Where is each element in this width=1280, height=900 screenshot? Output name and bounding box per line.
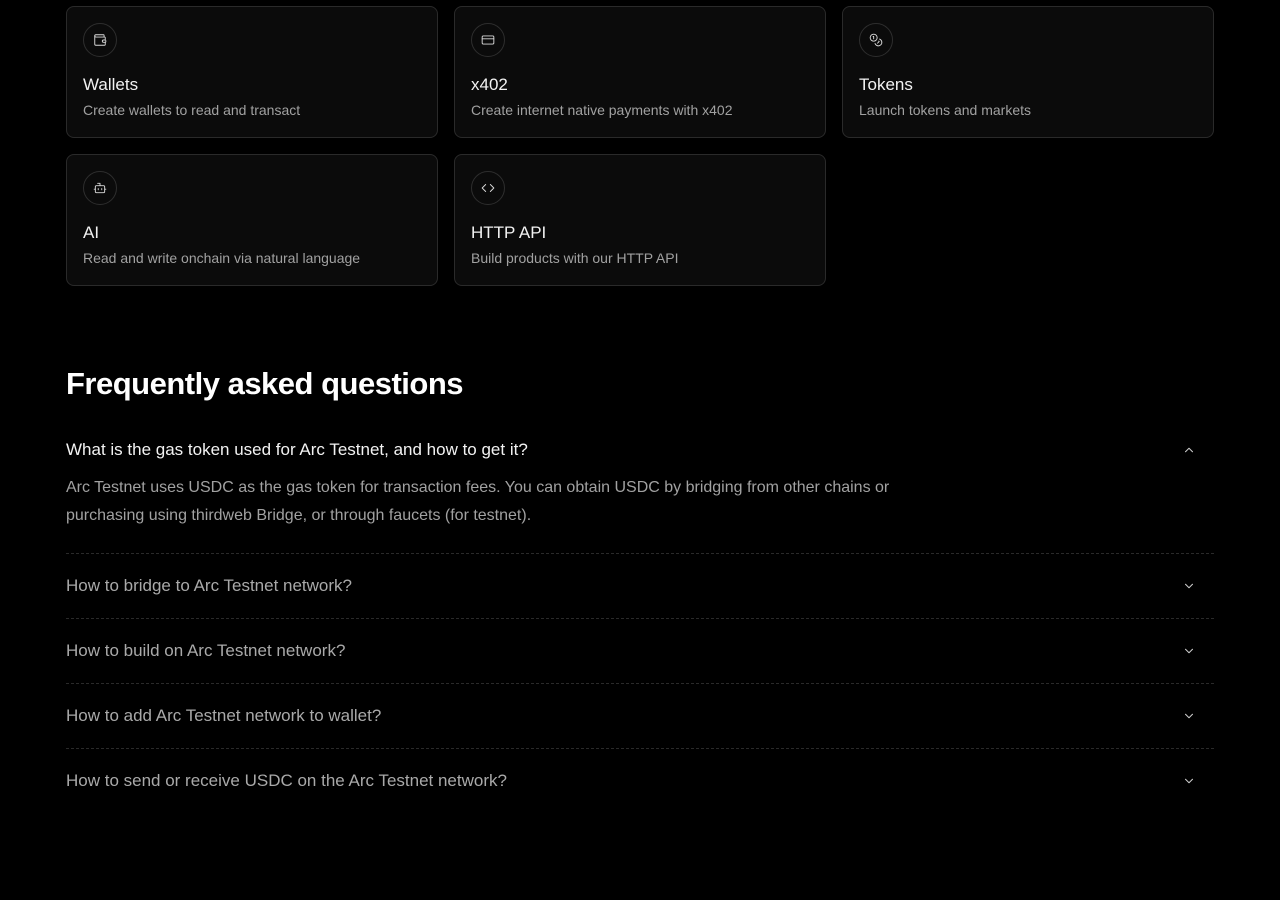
faq-item: How to add Arc Testnet network to wallet… — [66, 684, 1214, 749]
product-card-description: Create wallets to read and transact — [83, 102, 301, 118]
product-card-title: HTTP API — [471, 223, 547, 242]
product-card-description: Create internet native payments with x40… — [471, 102, 733, 118]
faq-question-toggle[interactable]: How to add Arc Testnet network to wallet… — [66, 684, 1214, 748]
chevron-down-icon — [1184, 583, 1194, 589]
product-card-x402[interactable]: x402 Create internet native payments wit… — [454, 6, 826, 138]
faq-answer: Arc Testnet uses USDC as the gas token f… — [66, 479, 890, 524]
faq-question-toggle[interactable]: What is the gas token used for Arc Testn… — [66, 418, 1214, 482]
faq-question: How to build on Arc Testnet network? — [66, 641, 346, 660]
product-card-title: Wallets — [83, 75, 139, 94]
product-card-title: AI — [83, 223, 100, 242]
faq-heading: Frequently asked questions — [66, 366, 464, 401]
code-icon — [471, 171, 505, 205]
chevron-down-icon — [1184, 778, 1194, 784]
product-card-http-api[interactable]: HTTP API Build products with our HTTP AP… — [454, 154, 826, 286]
coins-icon — [859, 23, 893, 57]
product-card-ai[interactable]: AI Read and write onchain via natural la… — [66, 154, 438, 286]
faq-item: How to build on Arc Testnet network? — [66, 619, 1214, 684]
chevron-down-icon — [1184, 648, 1194, 654]
faq-accordion: What is the gas token used for Arc Testn… — [66, 418, 1214, 813]
faq-question: How to bridge to Arc Testnet network? — [66, 576, 353, 595]
faq-question: How to send or receive USDC on the Arc T… — [66, 771, 507, 790]
faq-question: What is the gas token used for Arc Testn… — [66, 440, 528, 459]
product-card-wallets[interactable]: Wallets Create wallets to read and trans… — [66, 6, 438, 138]
product-cards-grid: Wallets Create wallets to read and trans… — [66, 6, 1214, 286]
credit-card-icon — [471, 23, 505, 57]
product-card-tokens[interactable]: Tokens Launch tokens and markets — [842, 6, 1214, 138]
product-card-description: Build products with our HTTP API — [471, 250, 679, 266]
faq-question-toggle[interactable]: How to bridge to Arc Testnet network? — [66, 554, 1214, 618]
faq-item: How to bridge to Arc Testnet network? — [66, 554, 1214, 619]
page: Wallets Create wallets to read and trans… — [0, 0, 1280, 900]
product-card-description: Read and write onchain via natural langu… — [83, 250, 361, 266]
product-card-description: Launch tokens and markets — [859, 102, 1031, 118]
chevron-down-icon — [1184, 713, 1194, 719]
product-card-title: Tokens — [859, 75, 913, 94]
faq-question-toggle[interactable]: How to build on Arc Testnet network? — [66, 619, 1214, 683]
faq-item: How to send or receive USDC on the Arc T… — [66, 749, 1214, 813]
bot-icon — [83, 171, 117, 205]
faq-question: How to add Arc Testnet network to wallet… — [66, 706, 382, 725]
product-card-title: x402 — [471, 75, 508, 94]
wallet-icon — [83, 23, 117, 57]
faq-question-toggle[interactable]: How to send or receive USDC on the Arc T… — [66, 749, 1214, 813]
faq-item: What is the gas token used for Arc Testn… — [66, 418, 1214, 554]
chevron-up-icon — [1184, 447, 1194, 453]
